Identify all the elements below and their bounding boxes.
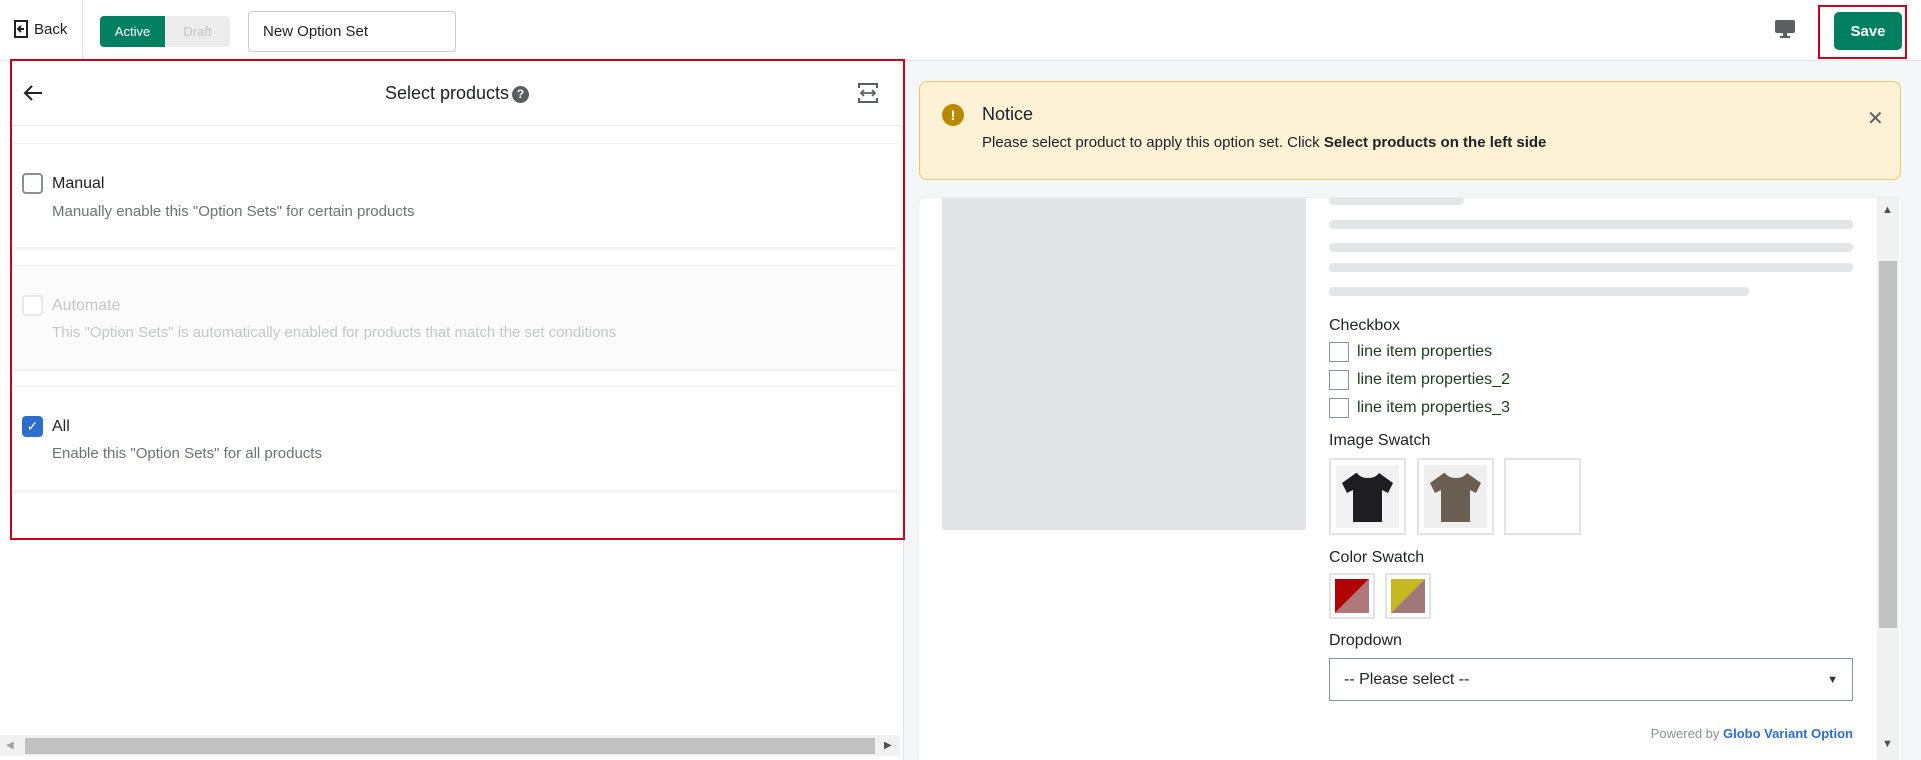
scroll-right-icon[interactable]: ▶ — [884, 740, 892, 751]
expand-icon[interactable] — [856, 81, 880, 110]
close-icon[interactable]: ✕ — [1867, 106, 1884, 131]
property-checkbox[interactable] — [1329, 370, 1349, 390]
image-swatch-brown-tshirt[interactable] — [1417, 458, 1494, 535]
status-toggle[interactable]: Active Draft — [100, 16, 230, 47]
dropdown-title: Dropdown — [1329, 632, 1402, 649]
notice-text-regular: Please select product to apply this opti… — [982, 134, 1324, 151]
image-swatch-black-tshirt[interactable] — [1329, 458, 1406, 535]
status-draft-button[interactable]: Draft — [165, 16, 230, 47]
help-icon[interactable]: ? — [512, 86, 530, 103]
property-label: line item properties_3 — [1357, 399, 1510, 416]
notice-text: Please select product to apply this opti… — [982, 134, 1546, 151]
notice-text-bold: Select products on the left side — [1323, 134, 1547, 151]
checkmark-icon: ✓ — [26, 418, 39, 434]
dropdown-value: -- Please select -- — [1344, 670, 1470, 688]
skeleton-line — [1329, 287, 1749, 296]
option-automate: Automate This "Option Sets" is automatic… — [12, 265, 900, 369]
scroll-up-icon[interactable]: ▲ — [1882, 204, 1893, 216]
scroll-left-icon[interactable]: ◀ — [6, 740, 14, 751]
notice-title: Notice — [982, 104, 1034, 124]
option-dropdown[interactable]: -- Please select -- ▼ — [1329, 658, 1853, 701]
top-bar: Back Active Draft Save — [0, 0, 1921, 61]
powered-by: Powered by Globo Variant Option — [1329, 726, 1853, 741]
save-button[interactable]: Save — [1834, 12, 1902, 50]
divider — [82, 0, 83, 61]
option-label: All — [52, 418, 70, 435]
option-label: Manual — [52, 175, 105, 192]
option-all[interactable]: ✓ All Enable this "Option Sets" for all … — [12, 386, 900, 490]
image-swatch-empty[interactable] — [1504, 458, 1581, 535]
exit-icon — [14, 20, 28, 38]
scrollbar-thumb[interactable] — [25, 738, 875, 754]
scroll-down-icon[interactable]: ▼ — [1882, 738, 1893, 750]
desktop-preview-icon[interactable] — [1774, 18, 1796, 45]
skeleton-line — [1329, 198, 1464, 205]
product-image-placeholder — [942, 198, 1306, 530]
manual-checkbox[interactable] — [22, 173, 43, 194]
skeleton-line — [1329, 220, 1853, 229]
powered-by-text: Powered by — [1650, 726, 1723, 741]
status-active-button[interactable]: Active — [100, 16, 165, 47]
option-manual[interactable]: Manual Manually enable this "Option Sets… — [12, 143, 900, 247]
color-swatch-yellow[interactable] — [1385, 573, 1431, 619]
skeleton-line — [1329, 243, 1853, 252]
color-swatch-red[interactable] — [1329, 573, 1375, 619]
property-checkbox[interactable] — [1329, 398, 1349, 418]
option-description: This "Option Sets" is automatically enab… — [52, 324, 617, 341]
option-description: Enable this "Option Sets" for all produc… — [52, 445, 322, 462]
scrollbar-thumb[interactable] — [1879, 261, 1897, 628]
panel-title: Select products? — [12, 83, 902, 104]
all-checkbox[interactable]: ✓ — [22, 416, 43, 437]
left-panel-header: Select products? — [12, 61, 902, 126]
panel-title-text: Select products — [384, 83, 510, 103]
option-set-name-input[interactable] — [248, 11, 456, 52]
property-checkbox[interactable] — [1329, 342, 1349, 362]
back-label: Back — [34, 20, 68, 38]
horizontal-scrollbar[interactable]: ◀ ▶ — [0, 735, 900, 756]
option-label: Automate — [52, 297, 121, 314]
skeleton-line — [1329, 263, 1853, 272]
color-swatch-title: Color Swatch — [1329, 549, 1425, 566]
warning-icon: ! — [942, 104, 964, 126]
property-label: line item properties_2 — [1357, 371, 1510, 388]
checkbox-section-title: Checkbox — [1329, 317, 1401, 334]
automate-checkbox — [22, 295, 43, 316]
property-label: line item properties — [1357, 343, 1493, 360]
product-preview: Checkbox line item properties line item … — [919, 198, 1901, 760]
image-swatch-title: Image Swatch — [1329, 432, 1431, 449]
tshirt-icon — [1336, 465, 1399, 528]
notice-banner: ! Notice Please select product to apply … — [919, 81, 1901, 180]
tshirt-icon — [1424, 465, 1487, 528]
brand-link[interactable]: Globo Variant Option — [1723, 726, 1853, 741]
vertical-scrollbar[interactable]: ▲ ▼ — [1877, 198, 1899, 760]
caret-down-icon: ▼ — [1827, 673, 1838, 686]
back-button[interactable]: Back — [14, 20, 67, 38]
option-description: Manually enable this "Option Sets" for c… — [52, 203, 415, 220]
